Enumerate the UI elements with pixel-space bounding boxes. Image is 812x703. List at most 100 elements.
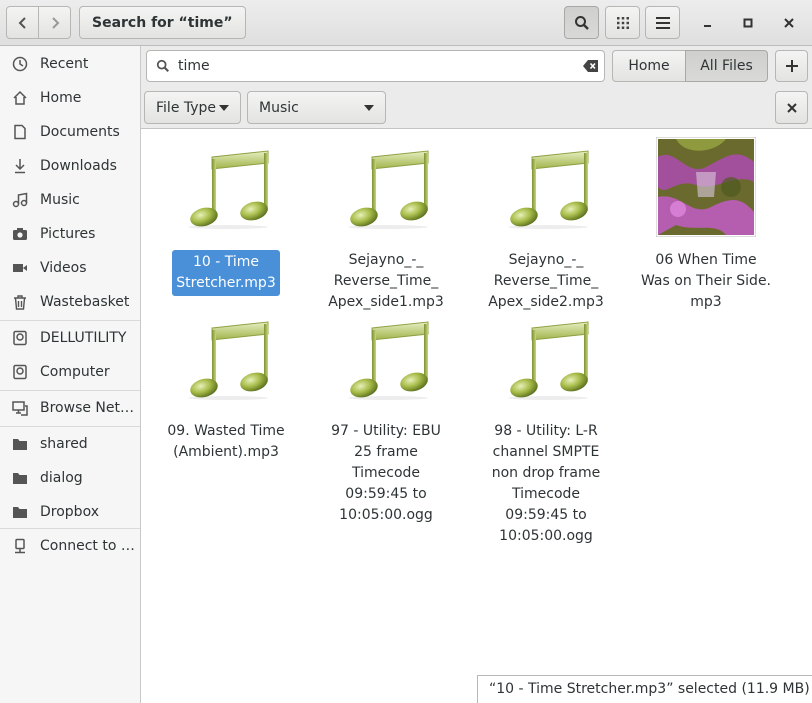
clear-search-icon[interactable] bbox=[583, 59, 599, 73]
sidebar-item-connect-to-server[interactable]: Connect to … bbox=[0, 531, 140, 561]
view-mode-button[interactable] bbox=[605, 6, 640, 39]
file-name-line: 09:59:45 to bbox=[505, 507, 587, 523]
sidebar-item-pictures[interactable]: Pictures bbox=[0, 219, 140, 249]
album-art-thumbnail bbox=[655, 136, 757, 238]
search-toggle-button[interactable] bbox=[564, 6, 599, 39]
dropdown-arrow-icon bbox=[219, 105, 229, 111]
sidebar-item-dellutility[interactable]: DELLUTILITY bbox=[0, 323, 140, 353]
music-note-icon bbox=[348, 321, 429, 400]
file-name-line: (Ambient).mp3 bbox=[173, 444, 279, 460]
sidebar-item-browse-network[interactable]: Browse Net… bbox=[0, 393, 140, 423]
sidebar-separator bbox=[0, 426, 140, 427]
file-thumbnail bbox=[182, 149, 270, 229]
file-name-line: 06 When Time bbox=[655, 252, 757, 268]
search-entry[interactable]: time bbox=[146, 50, 605, 82]
sidebar-item-dialog[interactable]: dialog bbox=[0, 463, 140, 493]
file-name-line: 09. Wasted Time bbox=[167, 423, 285, 439]
location-all-files-label: All Files bbox=[700, 58, 753, 74]
close-button[interactable] bbox=[774, 8, 804, 38]
recent-icon bbox=[12, 56, 28, 72]
documents-icon bbox=[14, 124, 26, 140]
filter-type-dropdown[interactable]: File Type bbox=[144, 91, 241, 124]
file-thumbnail bbox=[342, 320, 430, 400]
file-name: 09. Wasted Time (Ambient).mp3 bbox=[151, 421, 301, 463]
sidebar-item-videos[interactable]: Videos bbox=[0, 253, 140, 283]
music-icon bbox=[12, 192, 28, 208]
add-filter-button[interactable] bbox=[775, 50, 808, 82]
forward-button[interactable] bbox=[38, 6, 71, 39]
music-note-icon bbox=[508, 321, 589, 400]
file-name-line: 10:05:00.ogg bbox=[339, 507, 433, 523]
trash-icon bbox=[14, 295, 26, 310]
sidebar-item-home[interactable]: Home bbox=[0, 83, 140, 113]
pictures-icon bbox=[13, 228, 27, 240]
file-name-line: Apex_side1.mp3 bbox=[328, 294, 444, 310]
back-button[interactable] bbox=[6, 6, 39, 39]
menu-icon bbox=[655, 16, 670, 29]
sidebar-item-wastebasket[interactable]: Wastebasket bbox=[0, 287, 140, 317]
back-icon bbox=[18, 16, 26, 29]
close-icon bbox=[786, 102, 797, 113]
location-home-label: Home bbox=[628, 58, 670, 74]
file-name-line: mp3 bbox=[690, 294, 722, 310]
search-input[interactable]: time bbox=[178, 58, 210, 74]
downloads-icon bbox=[15, 159, 25, 174]
sidebar-item-label: Pictures bbox=[40, 226, 96, 242]
remove-filter-button[interactable] bbox=[775, 91, 808, 124]
file-name-line: 25 frame bbox=[354, 444, 418, 460]
music-note-icon bbox=[188, 150, 269, 229]
sidebar-separator bbox=[0, 390, 140, 391]
app-menu-button[interactable] bbox=[645, 6, 680, 39]
file-name-line: Sejayno_-_ bbox=[508, 252, 584, 268]
path-bar-label: Search for “time” bbox=[92, 14, 233, 31]
connect-icon bbox=[15, 538, 25, 554]
location-home-button[interactable]: Home bbox=[612, 50, 686, 82]
file-name-line: non drop frame bbox=[491, 465, 601, 481]
selection-status-text: “10 - Time Stretcher.mp3” selected (11.9… bbox=[489, 681, 810, 697]
file-thumbnail bbox=[342, 149, 430, 229]
sidebar-item-label: Documents bbox=[40, 124, 120, 140]
file-name: Sejayno_-_ Reverse_Time_ Apex_side2.mp3 bbox=[471, 250, 621, 313]
dropdown-arrow-icon bbox=[364, 105, 374, 111]
file-name-line: Reverse_Time_ bbox=[493, 273, 599, 289]
music-note-icon bbox=[508, 150, 589, 229]
network-icon bbox=[12, 401, 28, 416]
file-name: 97 - Utility: EBU 25 frame Timecode 09:59:4… bbox=[311, 421, 461, 526]
computer-icon bbox=[13, 364, 27, 380]
sidebar-item-label: Wastebasket bbox=[40, 294, 130, 310]
filter-value-dropdown[interactable]: Music bbox=[247, 91, 386, 124]
file-name-line: Apex_side2.mp3 bbox=[488, 294, 604, 310]
sidebar-item-label: Recent bbox=[40, 56, 89, 72]
sidebar-item-shared[interactable]: shared bbox=[0, 429, 140, 459]
sidebar-item-dropbox[interactable]: Dropbox bbox=[0, 497, 140, 527]
path-bar-search-button[interactable]: Search for “time” bbox=[79, 6, 246, 39]
sidebar-item-label: Browse Net… bbox=[40, 400, 135, 416]
folder-icon bbox=[13, 473, 27, 484]
file-thumbnail bbox=[655, 136, 757, 238]
file-name-line: Sejayno_-_ bbox=[348, 252, 424, 268]
sidebar-item-downloads[interactable]: Downloads bbox=[0, 151, 140, 181]
maximize-icon bbox=[743, 18, 753, 28]
file-thumbnail bbox=[182, 320, 270, 400]
sidebar-item-label: Connect to … bbox=[40, 538, 135, 554]
music-note-icon bbox=[188, 321, 269, 400]
maximize-button[interactable] bbox=[733, 8, 763, 38]
sidebar-item-documents[interactable]: Documents bbox=[0, 117, 140, 147]
file-name-line: Was on Their Side. bbox=[640, 273, 772, 289]
music-note-icon bbox=[348, 150, 429, 229]
navigation-buttons bbox=[6, 6, 72, 39]
sidebar-item-recent[interactable]: Recent bbox=[0, 49, 140, 79]
sidebar-item-music[interactable]: Music bbox=[0, 185, 140, 215]
minimize-button[interactable] bbox=[693, 8, 723, 38]
sidebar-item-computer[interactable]: Computer bbox=[0, 357, 140, 387]
file-name-line: 97 - Utility: EBU bbox=[331, 423, 441, 439]
search-icon bbox=[156, 59, 169, 72]
forward-icon bbox=[51, 16, 59, 29]
videos-icon bbox=[13, 264, 27, 272]
location-all-files-button[interactable]: All Files bbox=[685, 50, 768, 82]
folder-icon bbox=[13, 439, 27, 450]
close-icon bbox=[784, 18, 794, 28]
search-toolbar: time Home All Files File Type Music bbox=[141, 46, 812, 129]
selection-status: “10 - Time Stretcher.mp3” selected (11.9… bbox=[477, 675, 812, 703]
file-name: Sejayno_-_ Reverse_Time_ Apex_side1.mp3 bbox=[311, 250, 461, 313]
